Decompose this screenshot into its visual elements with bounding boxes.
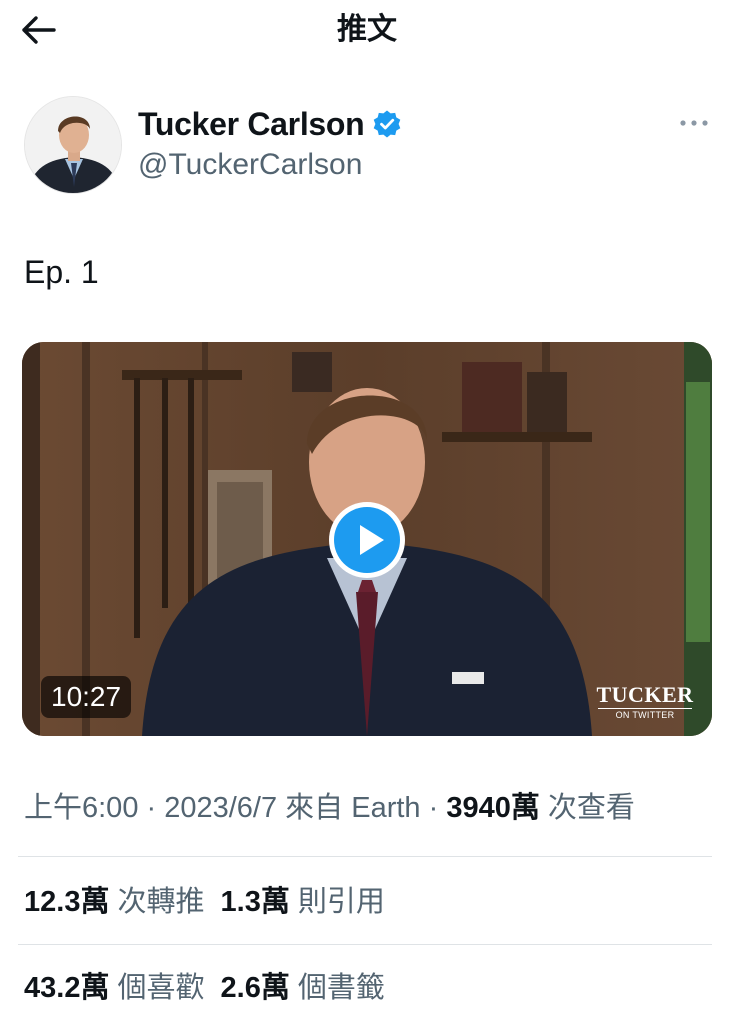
quote-label: 則引用 [289, 886, 385, 918]
likes-stat[interactable]: 43.2萬 個喜歡 [24, 972, 205, 1004]
avatar[interactable] [24, 96, 122, 194]
more-options-button[interactable] [678, 112, 710, 134]
view-count-label: 次查看 [539, 792, 635, 824]
bookmark-count: 2.6萬 [220, 972, 290, 1004]
play-icon [334, 507, 400, 573]
tweet-meta: 上午6:00 · 2023/6/7 來自 Earth · 3940萬 次查看 [24, 788, 635, 828]
verified-badge-icon [372, 109, 402, 139]
tweet-source: Earth [351, 792, 421, 824]
stats-row-likes: 43.2萬 個喜歡 2.6萬 個書籤 [24, 968, 385, 1008]
like-label: 個喜歡 [109, 972, 205, 1004]
watermark-main-text: TUCKER [596, 682, 694, 707]
top-bar: 推文 [0, 0, 734, 60]
bookmarks-stat[interactable]: 2.6萬 個書籤 [221, 972, 385, 1004]
avatar-image [25, 97, 121, 193]
tucker-watermark-logo: TUCKER ON TWITTER [590, 684, 700, 721]
meta-separator: · [420, 792, 447, 824]
page-title: 推文 [337, 13, 397, 46]
like-count: 43.2萬 [24, 972, 110, 1004]
more-horizontal-icon [680, 120, 708, 126]
quotes-stat[interactable]: 1.3萬 則引用 [221, 886, 385, 918]
divider [18, 944, 712, 945]
tweet-date[interactable]: 2023/6/7 [164, 792, 277, 824]
retweet-label: 次轉推 [109, 886, 205, 918]
tweet-text: Ep. 1 [24, 254, 99, 290]
play-button[interactable] [329, 502, 405, 578]
bookmark-label: 個書籤 [289, 972, 385, 1004]
view-count: 3940萬 [446, 792, 540, 824]
watermark-sub-text: ON TWITTER [598, 708, 692, 721]
author-name[interactable]: Tucker Carlson [138, 104, 365, 144]
divider [18, 856, 712, 857]
tweet-time[interactable]: 上午6:00 [24, 792, 138, 824]
quote-count: 1.3萬 [220, 886, 290, 918]
author-name-row: Tucker Carlson [138, 104, 402, 144]
video-duration: 10:27 [41, 676, 132, 718]
retweet-count: 12.3萬 [24, 886, 110, 918]
source-prefix: 來自 [277, 792, 352, 824]
retweets-stat[interactable]: 12.3萬 次轉推 [24, 886, 205, 918]
stats-row-engagement: 12.3萬 次轉推 1.3萬 則引用 [24, 882, 385, 922]
meta-separator: · [138, 792, 165, 824]
author-handle[interactable]: @TuckerCarlson [138, 146, 362, 184]
